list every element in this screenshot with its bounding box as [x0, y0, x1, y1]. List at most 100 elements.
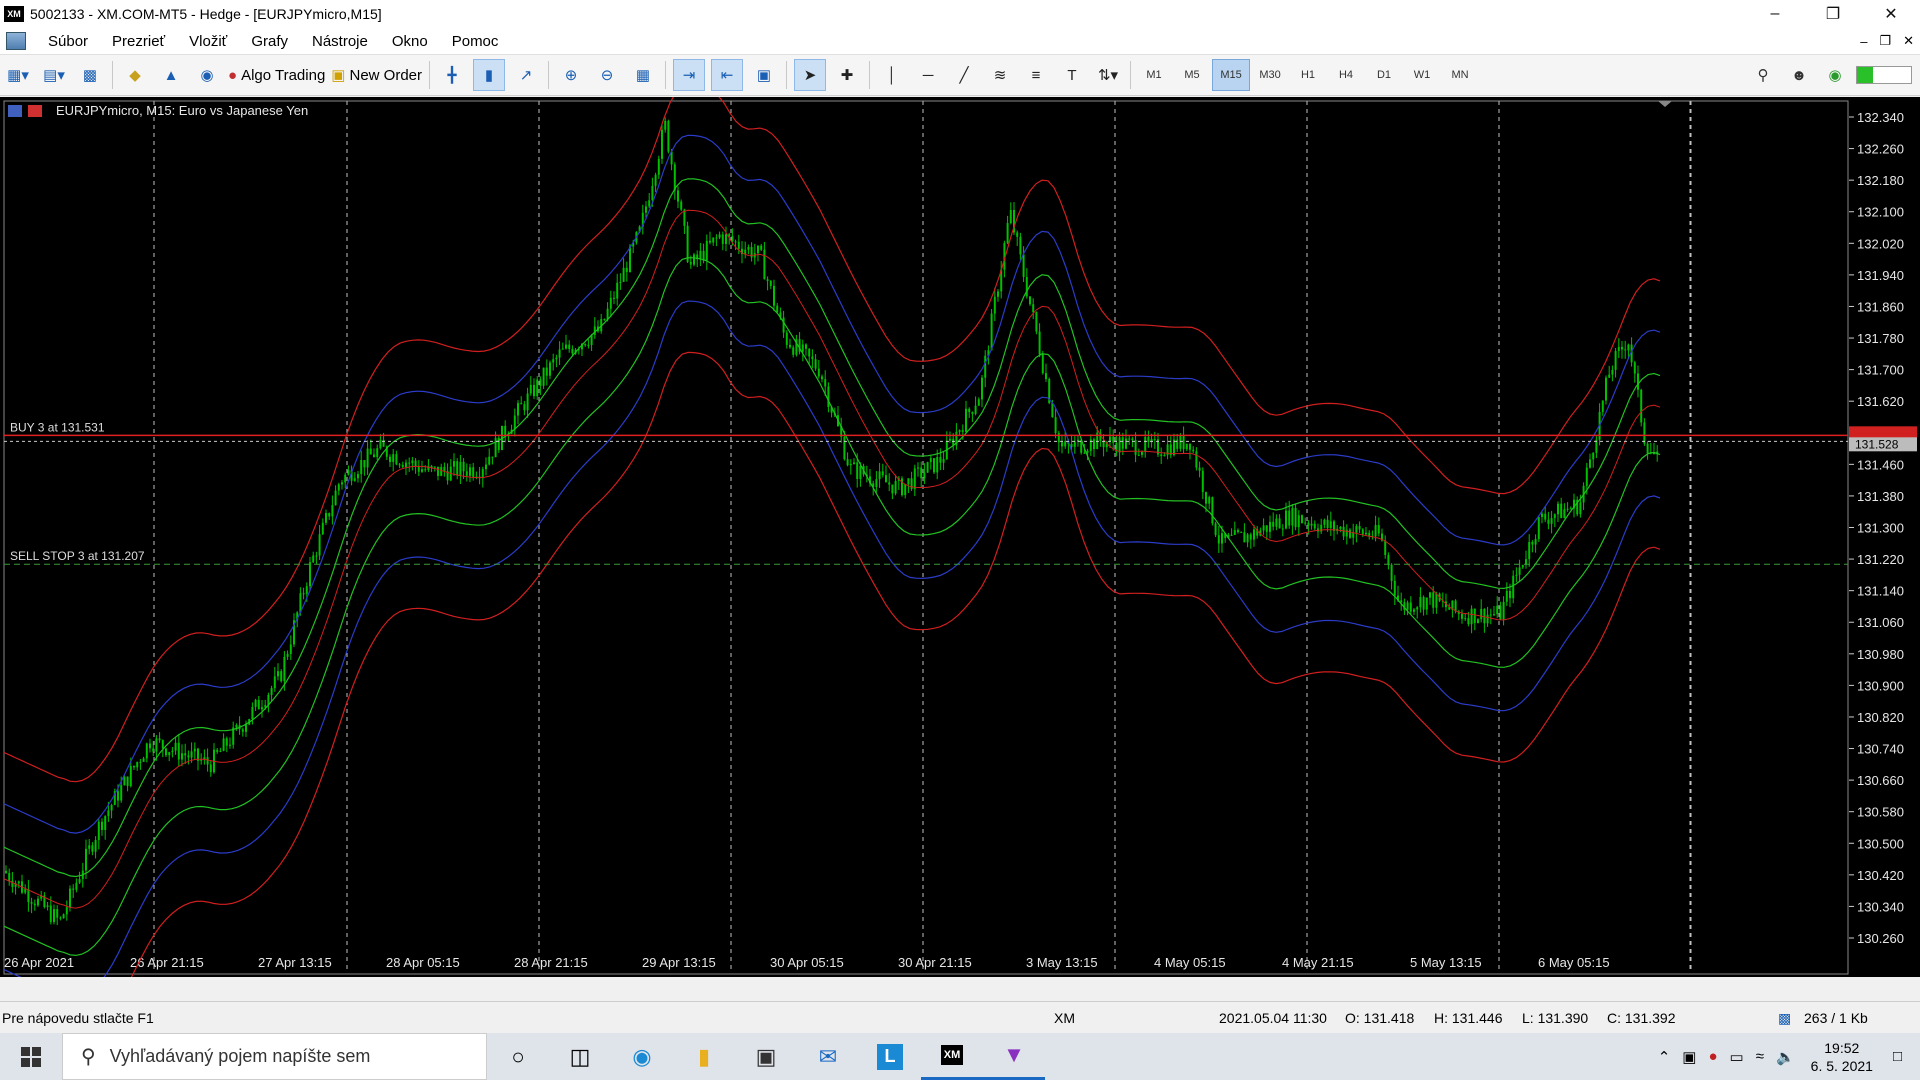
menu-charts[interactable]: Grafy: [239, 33, 300, 50]
tray-security-icon[interactable]: ●: [1708, 1048, 1717, 1065]
templates-icon[interactable]: ▣: [749, 60, 779, 90]
price-tick-label: 131.140: [1857, 584, 1904, 599]
tray-expand-icon[interactable]: ⌃: [1658, 1048, 1671, 1066]
candle-body: [661, 129, 663, 159]
new-order-button[interactable]: ▣ New Order: [331, 60, 422, 90]
menu-window[interactable]: Okno: [380, 33, 440, 50]
candle-body: [488, 456, 491, 465]
store-icon[interactable]: ▣: [735, 1033, 797, 1080]
candle-body: [961, 430, 964, 432]
candle-body: [1499, 605, 1502, 620]
search-icon[interactable]: ⚲: [1748, 60, 1778, 90]
elliott-icon[interactable]: ≋: [985, 60, 1015, 90]
mdi-restore-icon[interactable]: ❐: [1879, 33, 1891, 49]
candle-body: [609, 297, 612, 309]
menu-insert[interactable]: Vložiť: [177, 33, 239, 50]
timeframe-m30[interactable]: M30: [1252, 60, 1288, 90]
account-icon[interactable]: ☻: [1784, 60, 1814, 90]
app-menu-icon[interactable]: [6, 32, 26, 50]
timeframe-m5[interactable]: M5: [1174, 60, 1210, 90]
mail-icon[interactable]: ✉: [797, 1033, 859, 1080]
cortana-icon[interactable]: ○: [487, 1033, 549, 1080]
candle-body: [1560, 503, 1563, 518]
candle-body: [657, 158, 660, 175]
algo-trading-button[interactable]: ● Algo Trading: [228, 60, 325, 90]
mdi-close-icon[interactable]: ✕: [1903, 33, 1914, 49]
restore-button[interactable]: ❐: [1804, 0, 1862, 28]
candle-body: [433, 466, 436, 468]
menu-help[interactable]: Pomoc: [440, 33, 511, 50]
vertical-line-icon[interactable]: │: [877, 60, 907, 90]
channels-icon[interactable]: ≡: [1021, 60, 1051, 90]
candle-body: [56, 909, 59, 918]
battery-icon[interactable]: ▭: [1730, 1048, 1744, 1066]
profiles-icon[interactable]: ▤▾: [39, 60, 69, 90]
candle-body: [827, 386, 830, 407]
new-chart-icon[interactable]: ▦▾: [3, 60, 33, 90]
tray-device-icon[interactable]: ▣: [1682, 1048, 1696, 1066]
timeframe-w1[interactable]: W1: [1404, 60, 1440, 90]
clock[interactable]: 19:52 6. 5. 2021: [1811, 1039, 1873, 1075]
taskbar-search[interactable]: ⚲ Vyhľadávaný pojem napíšte sem: [62, 1033, 487, 1080]
timeframe-d1[interactable]: D1: [1366, 60, 1402, 90]
signals-icon[interactable]: ◉: [192, 60, 222, 90]
chart-area[interactable]: 132.340 132.260 132.180 132.100 132.020 131.9…: [0, 97, 1920, 977]
vps-icon[interactable]: ◉: [1820, 60, 1850, 90]
candlestick-icon[interactable]: ▮: [473, 59, 506, 91]
trendline-icon[interactable]: ╱: [949, 60, 979, 90]
timeframe-h1[interactable]: H1: [1290, 60, 1326, 90]
price-tick-label: 132.260: [1857, 142, 1904, 157]
candle-body: [1121, 437, 1124, 449]
candle-body: [395, 454, 398, 465]
timeframe-mn[interactable]: MN: [1442, 60, 1478, 90]
volume-icon[interactable]: 🔈: [1776, 1048, 1795, 1066]
menu-view[interactable]: Prezrieť: [100, 33, 177, 50]
line-chart-icon[interactable]: ↗: [511, 60, 541, 90]
menu-file[interactable]: Súbor: [36, 33, 100, 50]
mdi-minimize-icon[interactable]: –: [1860, 34, 1867, 49]
windows-start-icon[interactable]: [0, 1033, 62, 1080]
zoom-out-icon[interactable]: ⊖: [592, 60, 622, 90]
tile-windows-icon[interactable]: ▦: [628, 60, 658, 90]
candle-body: [1461, 613, 1463, 619]
candle-body: [315, 555, 318, 557]
zoom-in-icon[interactable]: ⊕: [556, 60, 586, 90]
candle-body: [645, 206, 647, 213]
arrows-icon[interactable]: ⇅▾: [1093, 60, 1123, 90]
minimize-button[interactable]: –: [1746, 0, 1804, 28]
edge-icon[interactable]: ◉: [611, 1033, 673, 1080]
horizontal-line-icon[interactable]: ─: [913, 60, 943, 90]
candle-body: [366, 448, 369, 468]
xm-app-icon[interactable]: XM: [921, 1033, 983, 1080]
candle-body: [558, 349, 561, 358]
autoscroll-icon[interactable]: ⇥: [673, 59, 706, 91]
purple-app-icon[interactable]: ▼: [983, 1033, 1045, 1080]
wifi-icon[interactable]: ≈: [1756, 1048, 1764, 1065]
candle-body: [142, 758, 145, 762]
timeframe-m1[interactable]: M1: [1136, 60, 1172, 90]
candle-body: [891, 484, 894, 494]
cursor-icon[interactable]: ➤: [794, 59, 827, 91]
candle-body: [392, 454, 395, 463]
task-view-icon[interactable]: ◫: [549, 1033, 611, 1080]
menu-tools[interactable]: Nástroje: [300, 33, 380, 50]
jpy-flag-icon: [28, 105, 42, 117]
file-explorer-icon[interactable]: ▮: [673, 1033, 735, 1080]
timeframe-m15[interactable]: M15: [1212, 59, 1251, 91]
candle-body: [776, 305, 779, 313]
data-window-icon[interactable]: ▲: [156, 60, 186, 90]
navigator-icon[interactable]: ◆: [120, 60, 150, 90]
close-button[interactable]: ✕: [1862, 0, 1920, 28]
market-watch-icon[interactable]: ▩: [75, 60, 105, 90]
candle-body: [1153, 439, 1156, 441]
chart-shift-icon[interactable]: ⇤: [711, 59, 744, 91]
crosshair-icon[interactable]: ✚: [832, 60, 862, 90]
l-app-icon[interactable]: L: [859, 1033, 921, 1080]
bar-chart-icon[interactable]: ╋: [437, 60, 467, 90]
notifications-icon[interactable]: □: [1893, 1048, 1902, 1065]
text-icon[interactable]: T: [1057, 60, 1087, 90]
timeframe-h4[interactable]: H4: [1328, 60, 1364, 90]
candle-body: [1093, 439, 1095, 450]
candle-body: [1009, 210, 1012, 224]
candle-body: [472, 467, 475, 477]
